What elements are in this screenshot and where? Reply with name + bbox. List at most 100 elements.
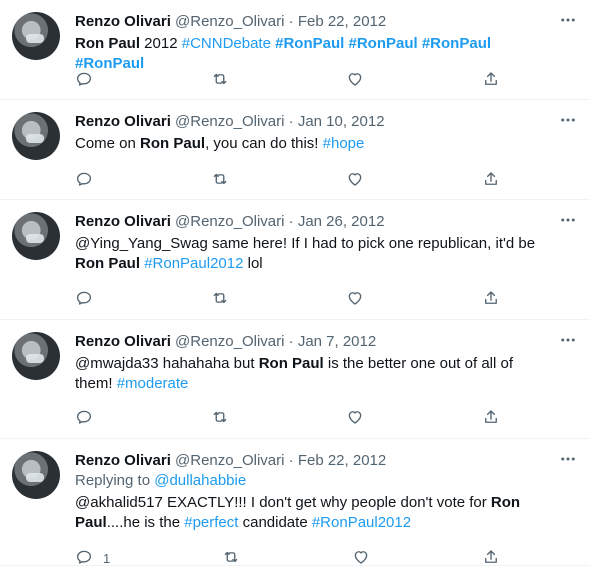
retweet-icon <box>211 170 229 191</box>
tweet[interactable]: Renzo Olivari @Renzo_Olivari · Jan 10, 2… <box>0 100 590 200</box>
share-button[interactable] <box>482 289 500 309</box>
replying-prefix: Replying to <box>75 472 155 489</box>
more-horizontal-icon[interactable] <box>558 10 578 30</box>
replying-to: Replying to @dullahabbie <box>75 471 550 491</box>
hashtag-link[interactable]: #CNNDebate <box>182 35 271 52</box>
tweet-date[interactable]: Jan 26, 2012 <box>298 213 385 230</box>
tweet-body: Renzo Olivari @Renzo_Olivari · Feb 22, 2… <box>75 451 550 533</box>
tweet-text-segment: candidate <box>238 514 312 531</box>
reply-icon <box>75 289 93 310</box>
author-handle[interactable]: @Renzo_Olivari <box>175 213 284 230</box>
like-button[interactable] <box>352 548 370 568</box>
tweet-text-segment: @mwajda33 hahahaha but <box>75 355 259 372</box>
retweet-button[interactable] <box>211 408 229 428</box>
keyword-highlight: Ron Paul <box>75 255 141 272</box>
share-icon <box>482 70 500 91</box>
author-handle[interactable]: @Renzo_Olivari <box>175 333 284 350</box>
retweet-icon <box>211 408 229 429</box>
tweet-text-segment: ....he is the <box>106 514 185 531</box>
tweet[interactable]: Renzo Olivari @Renzo_Olivari · Feb 22, 2… <box>0 0 590 100</box>
replying-to-link[interactable]: @dullahabbie <box>154 472 246 489</box>
like-button[interactable] <box>346 170 364 190</box>
avatar[interactable] <box>12 12 60 60</box>
like-icon <box>346 70 364 91</box>
reply-icon <box>75 70 93 91</box>
tweet-date[interactable]: Feb 22, 2012 <box>298 452 386 469</box>
like-button[interactable] <box>346 289 364 309</box>
author-handle[interactable]: @Renzo_Olivari <box>175 452 284 469</box>
retweet-button[interactable] <box>211 289 229 309</box>
tweet-date[interactable]: Feb 22, 2012 <box>298 13 386 30</box>
hashtag-link[interactable]: #perfect <box>184 514 238 531</box>
avatar[interactable] <box>12 212 60 260</box>
hashtag-link[interactable]: #RonPaul <box>422 35 491 52</box>
tweet-text-segment: , you can do this! <box>205 135 323 152</box>
tweet-text-segment: lol <box>243 255 263 272</box>
hashtag-link[interactable]: #RonPaul2012 <box>144 255 243 272</box>
tweet[interactable]: Renzo Olivari @Renzo_Olivari · Jan 7, 20… <box>0 320 590 439</box>
tweet-body: Renzo Olivari @Renzo_Olivari · Jan 26, 2… <box>75 212 550 274</box>
tweet-actions: 1 <box>75 548 500 568</box>
reply-button[interactable] <box>75 170 93 190</box>
more-horizontal-icon[interactable] <box>558 110 578 130</box>
avatar[interactable] <box>12 451 60 499</box>
author-name[interactable]: Renzo Olivari <box>75 452 171 469</box>
retweet-icon <box>211 289 229 310</box>
tweet-text: Come on Ron Paul, you can do this! #hope <box>75 134 550 154</box>
tweet-actions <box>75 408 500 428</box>
like-icon <box>352 548 370 569</box>
author-handle[interactable]: @Renzo_Olivari <box>175 113 284 130</box>
tweet-date[interactable]: Jan 7, 2012 <box>298 333 376 350</box>
tweet-actions <box>75 170 500 190</box>
more-horizontal-icon[interactable] <box>558 210 578 230</box>
tweet-text-segment: @Ying_Yang_Swag same here! If I had to p… <box>75 235 536 252</box>
author-name[interactable]: Renzo Olivari <box>75 113 171 130</box>
hashtag-link[interactable]: #RonPaul <box>275 35 344 52</box>
retweet-icon <box>222 548 240 569</box>
more-horizontal-icon[interactable] <box>558 449 578 469</box>
tweet-text-segment: @akhalid517 EXACTLY!!! I don't get why p… <box>75 494 491 511</box>
tweet[interactable]: Renzo Olivari @Renzo_Olivari · Feb 22, 2… <box>0 439 590 566</box>
keyword-highlight: Ron Paul <box>75 35 141 52</box>
retweet-button[interactable] <box>222 548 240 568</box>
reply-button[interactable] <box>75 408 93 428</box>
tweet-text: @Ying_Yang_Swag same here! If I had to p… <box>75 234 550 274</box>
reply-button[interactable] <box>75 289 93 309</box>
reply-icon <box>75 170 93 191</box>
hashtag-link[interactable]: #moderate <box>117 375 189 392</box>
hashtag-link[interactable]: #RonPaul2012 <box>312 514 411 531</box>
author-name[interactable]: Renzo Olivari <box>75 213 171 230</box>
tweet-header: Renzo Olivari @Renzo_Olivari · Jan 7, 20… <box>75 332 550 352</box>
share-button[interactable] <box>482 408 500 428</box>
retweet-button[interactable] <box>211 170 229 190</box>
separator: · <box>288 13 294 30</box>
like-button[interactable] <box>346 408 364 428</box>
share-button[interactable] <box>482 548 500 568</box>
share-button[interactable] <box>482 170 500 190</box>
hashtag-link[interactable]: #hope <box>323 135 365 152</box>
tweet-text: @akhalid517 EXACTLY!!! I don't get why p… <box>75 493 550 533</box>
retweet-button[interactable] <box>211 70 229 90</box>
reply-button[interactable]: 1 <box>75 548 110 568</box>
avatar[interactable] <box>12 332 60 380</box>
share-icon <box>482 408 500 429</box>
share-icon <box>482 289 500 310</box>
reply-button[interactable] <box>75 70 93 90</box>
author-handle[interactable]: @Renzo_Olivari <box>175 13 284 30</box>
like-button[interactable] <box>346 70 364 90</box>
tweet-body: Renzo Olivari @Renzo_Olivari · Jan 10, 2… <box>75 112 550 154</box>
share-button[interactable] <box>482 70 500 90</box>
author-name[interactable]: Renzo Olivari <box>75 333 171 350</box>
avatar[interactable] <box>12 112 60 160</box>
hashtag-link[interactable]: #RonPaul <box>348 35 417 52</box>
reply-count: 1 <box>103 550 111 566</box>
more-horizontal-icon[interactable] <box>558 330 578 350</box>
tweet[interactable]: Renzo Olivari @Renzo_Olivari · Jan 26, 2… <box>0 200 590 320</box>
keyword-highlight: Ron Paul <box>258 355 324 372</box>
author-name[interactable]: Renzo Olivari <box>75 13 171 30</box>
separator: · <box>288 113 294 130</box>
tweet-text: @mwajda33 hahahaha but Ron Paul is the b… <box>75 354 550 394</box>
tweet-date[interactable]: Jan 10, 2012 <box>298 113 385 130</box>
tweet-actions <box>75 289 500 309</box>
retweet-icon <box>211 70 229 91</box>
